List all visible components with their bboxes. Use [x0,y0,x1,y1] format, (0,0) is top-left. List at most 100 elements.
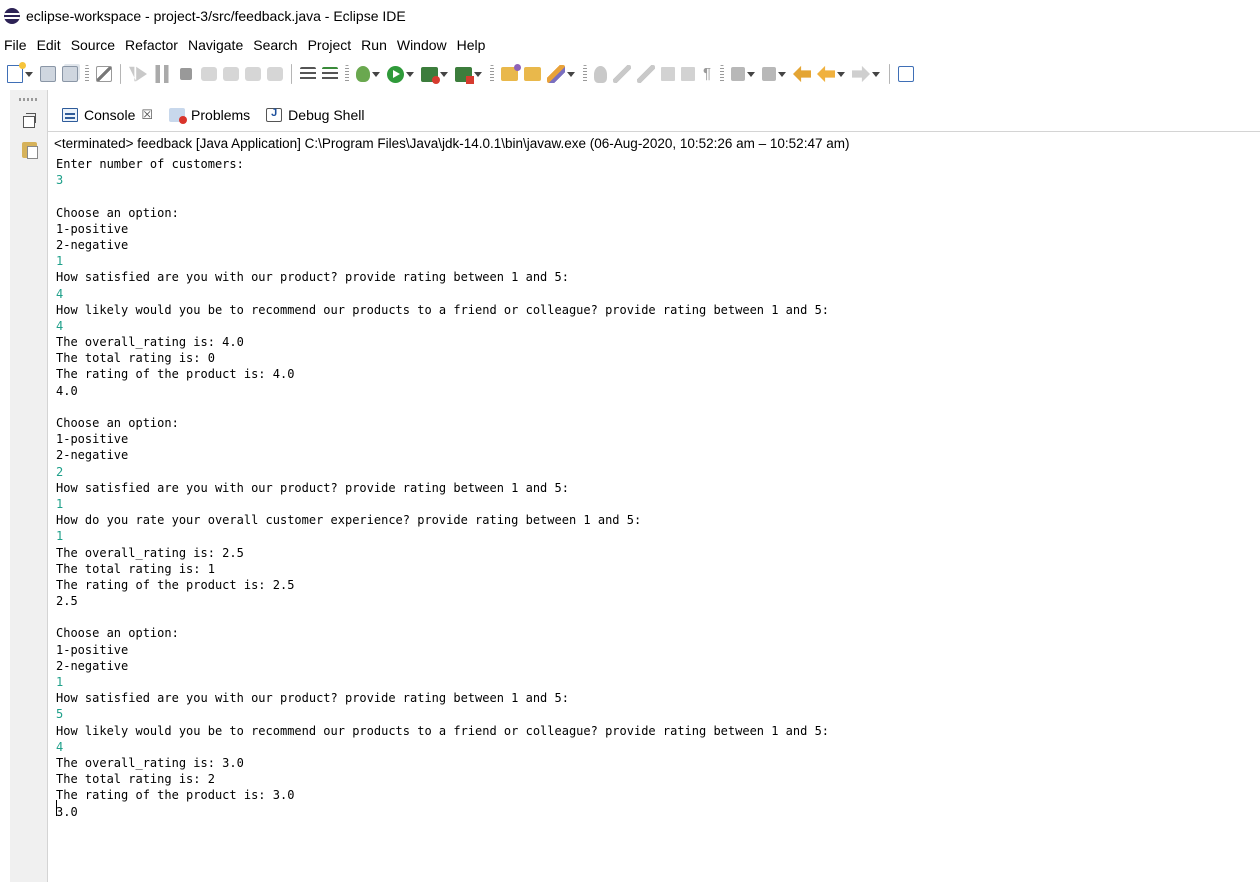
debug-dropdown-icon[interactable] [372,65,380,83]
console-output-line: 2.5 [56,594,78,609]
external-tools-dropdown-icon[interactable] [474,65,482,83]
back-dropdown-icon[interactable] [837,65,845,83]
pilcrow-icon[interactable]: ¶ [701,65,713,83]
console-output-line: The rating of the product is: 4.0 [56,367,295,382]
console-output-line: How likely would you be to recommend our… [56,302,830,317]
previous-annotation-icon[interactable] [762,67,776,81]
menu-search[interactable]: Search [253,37,297,53]
menu-run[interactable]: Run [361,37,387,53]
next-annotation-icon[interactable] [731,67,745,81]
console-output-line: 2-negative [56,237,129,252]
drop-to-frame-icon[interactable] [300,67,316,81]
restore-icon[interactable] [23,113,36,128]
new-icon[interactable] [7,62,26,83]
console-output-line: The overall_rating is: 4.0 [56,335,244,350]
console-output-line: How likely would you be to recommend our… [56,723,830,738]
run-dropdown-icon[interactable] [406,65,414,83]
console-output-line: The rating of the product is: 3.0 [56,788,295,803]
menu-refactor[interactable]: Refactor [125,37,178,53]
console-output-line: 4.0 [56,383,78,398]
toolbar-grip [490,65,494,83]
eclipse-logo-icon [4,8,20,24]
skip-breakpoints-icon[interactable] [96,66,112,82]
highlight-icon[interactable] [613,65,631,83]
open-type-icon[interactable] [524,67,541,81]
console-output-line: The overall_rating is: 3.0 [56,755,244,770]
search-dropdown-icon[interactable] [567,65,575,83]
minimized-view-strip [10,90,48,882]
console-output-line: How do you rate your overall customer ex… [56,513,642,528]
tab-debug-shell[interactable]: Debug Shell [260,99,370,131]
resume-icon[interactable] [129,66,147,82]
save-icon[interactable] [40,66,56,82]
toolbar-separator [120,64,121,84]
toolbar-grip [583,65,587,83]
console-output-line: 2-negative [56,448,129,463]
suspend-icon[interactable] [153,65,171,83]
open-perspective-icon[interactable] [898,66,914,82]
coverage-icon[interactable] [421,66,440,84]
strip-grip[interactable] [19,98,39,101]
forward-dropdown-icon[interactable] [872,65,880,83]
previous-annotation-dropdown-icon[interactable] [778,65,786,83]
toolbar-separator [291,64,292,84]
search-icon[interactable] [547,65,565,83]
main-toolbar: ¶ [0,58,1260,90]
problems-icon [169,108,188,124]
console-output-line: How satisfied are you with our product? … [56,480,569,495]
run-icon[interactable] [387,65,404,83]
new-dropdown-icon[interactable] [25,65,33,83]
console-output-line: Choose an option: [56,626,179,641]
annotation-icon[interactable] [594,65,607,83]
console-input-line: 1 [56,675,64,689]
disconnect-icon[interactable] [201,67,217,81]
step-return-icon[interactable] [267,67,283,81]
close-icon[interactable]: ☒ [141,107,153,123]
console-output-line: Enter number of customers: [56,157,244,171]
save-all-icon[interactable] [62,66,78,82]
menu-source[interactable]: Source [71,37,115,53]
console-input-line: 2 [56,464,64,479]
console-output-line: 1-positive [56,221,129,236]
console-output[interactable]: Enter number of customers: 3 Choose an opt… [56,156,1256,876]
text-cursor [56,800,57,816]
forward-icon[interactable] [852,65,870,83]
console-output-line: The total rating is: 0 [56,351,215,366]
step-into-icon[interactable] [223,67,239,81]
use-step-filters-icon[interactable] [322,67,338,81]
console-input-line: 1 [56,254,64,269]
last-edit-icon[interactable] [793,65,811,83]
menu-navigate[interactable]: Navigate [188,37,243,53]
next-annotation-dropdown-icon[interactable] [747,65,755,83]
toggle-mark-icon[interactable] [637,65,655,83]
menu-bar: File Edit Source Refactor Navigate Searc… [0,32,1260,58]
coverage-dropdown-icon[interactable] [440,65,448,83]
toolbar-grip [85,65,89,83]
menu-window[interactable]: Window [397,37,447,53]
toolbar-separator [889,64,890,84]
debug-icon[interactable] [356,66,370,82]
toolbar-grip [345,65,349,83]
tab-console[interactable]: Console ☒ [56,99,160,131]
new-java-project-icon[interactable] [501,64,521,81]
block-selection-icon[interactable] [681,67,695,81]
package-explorer-icon[interactable] [22,142,38,159]
show-whitespace-icon[interactable] [661,67,675,81]
tab-problems[interactable]: Problems [163,99,256,131]
console-output-line: How satisfied are you with our product? … [56,270,569,285]
menu-project[interactable]: Project [308,37,352,53]
console-input-line: 4 [56,286,64,301]
tab-debug-shell-label: Debug Shell [288,107,365,123]
back-icon[interactable] [817,65,835,83]
console-input-line: 1 [56,529,64,544]
console-output-line: The rating of the product is: 2.5 [56,577,295,592]
menu-edit[interactable]: Edit [37,37,61,53]
menu-help[interactable]: Help [457,37,486,53]
menu-file[interactable]: File [4,37,27,53]
external-tools-icon[interactable] [455,66,474,84]
step-over-icon[interactable] [245,67,261,81]
terminate-icon[interactable] [180,68,192,80]
console-output-line: How satisfied are you with our product? … [56,691,569,706]
console-output-line: 1-positive [56,432,129,447]
